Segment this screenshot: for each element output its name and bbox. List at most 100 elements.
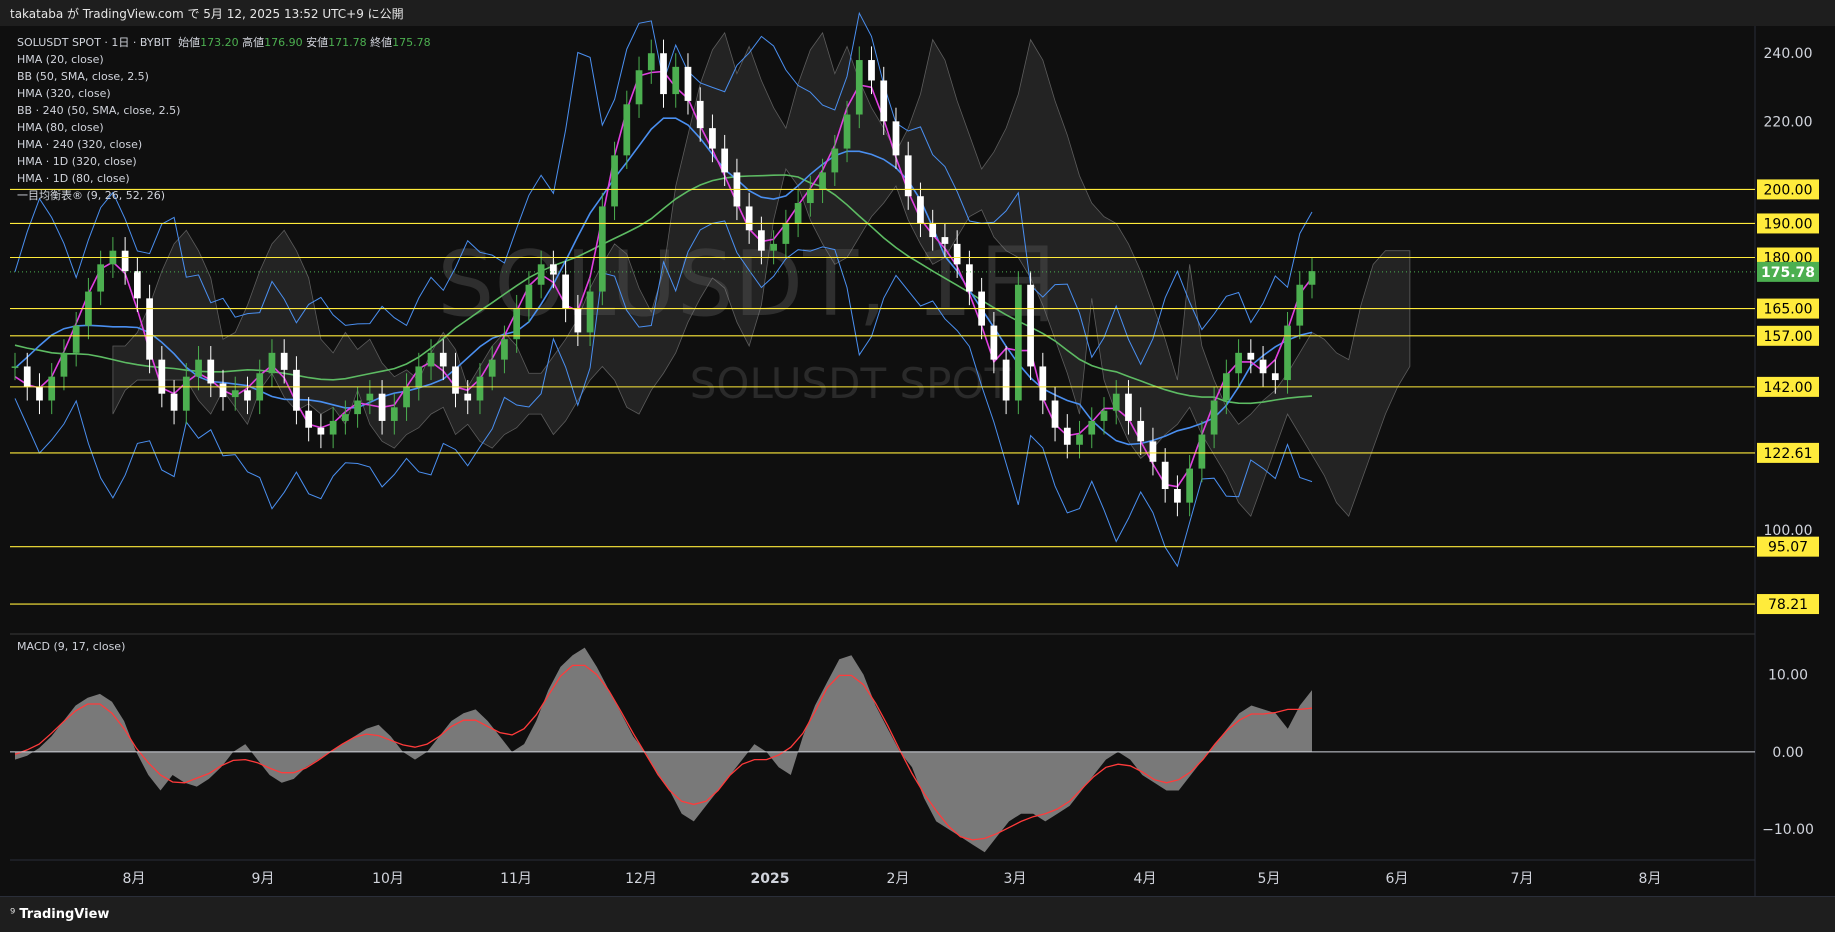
legend-symbol: SOLUSDT SPOT · 1日 · BYBIT	[17, 36, 172, 49]
candle-body	[1051, 400, 1059, 428]
time-axis-month: 12月	[625, 871, 657, 887]
indicator-bb-240[interactable]: BB · 240 (50, SMA, close, 2.5)	[17, 102, 431, 119]
candle-body	[525, 284, 533, 309]
indicator-hma-1d-320[interactable]: HMA · 1D (320, close)	[17, 153, 431, 170]
low-value: 171.78	[328, 36, 367, 49]
indicator-hma-240-320[interactable]: HMA · 240 (320, close)	[17, 136, 431, 153]
macd-axis-tick: 0.00	[1772, 745, 1803, 761]
candle-body	[1308, 271, 1316, 285]
time-axis-month: 8月	[123, 871, 146, 887]
candle-body	[1235, 352, 1242, 374]
indicator-bb-50[interactable]: BB (50, SMA, close, 2.5)	[17, 68, 431, 85]
candle-body	[831, 148, 839, 173]
candle-body	[696, 100, 704, 129]
candle-body	[501, 339, 508, 360]
candle-body	[941, 237, 949, 244]
candle-body	[244, 390, 251, 401]
indicator-hma-20[interactable]: HMA (20, close)	[17, 51, 431, 68]
candle-body	[550, 264, 557, 275]
close-label: 終値	[370, 36, 393, 49]
candle-body	[146, 298, 153, 360]
tradingview-logo[interactable]: ⁹ TradingView	[10, 907, 109, 922]
candle-body	[1076, 434, 1083, 445]
macd-axis-tick: −10.00	[1762, 822, 1814, 838]
candle-body	[464, 393, 472, 401]
candle-body	[904, 155, 912, 197]
time-axis-month: 8月	[1639, 871, 1662, 887]
candle-body	[929, 223, 937, 238]
time-axis-month: 2月	[887, 871, 910, 887]
candle-body	[917, 196, 924, 224]
candle-body	[1296, 284, 1304, 326]
candle-body	[329, 420, 337, 435]
candle-body	[219, 383, 227, 398]
high-value: 176.90	[264, 36, 303, 49]
open-label: 始値	[178, 36, 201, 49]
candle-body	[1002, 359, 1010, 401]
watermark-sub: SOLUSDT SPOT	[690, 359, 1011, 408]
candle-body	[990, 325, 998, 360]
level-label: 95.07	[1768, 540, 1808, 556]
candle-body	[1088, 420, 1096, 435]
candle-body	[1186, 468, 1194, 503]
candle-body	[293, 369, 300, 411]
candle-body	[1271, 373, 1279, 381]
candle-body	[966, 264, 973, 292]
last-price-label: 175.78	[1761, 265, 1815, 281]
candle-body	[562, 274, 569, 309]
time-axis-month: 9月	[252, 871, 275, 887]
candle-body	[170, 393, 178, 411]
candle-body	[72, 325, 80, 353]
time-axis-month: 5月	[1258, 871, 1281, 887]
candle-body	[452, 366, 459, 394]
indicator-ichimoku[interactable]: 一目均衡表® (9, 26, 52, 26)	[17, 187, 431, 204]
candle-body	[342, 414, 349, 421]
candle-body	[868, 60, 875, 81]
level-label: 142.00	[1764, 380, 1813, 396]
indicator-hma-80[interactable]: HMA (80, close)	[17, 119, 431, 136]
candle-body	[880, 80, 888, 122]
candle-body	[231, 390, 239, 398]
time-axis-month: 7月	[1511, 871, 1534, 887]
tv-logo-icon: ⁹	[10, 907, 16, 922]
candle-body	[1198, 434, 1206, 469]
candle-body	[121, 250, 129, 272]
footer-bar: ⁹ TradingView	[0, 896, 1835, 932]
candle-body	[1247, 352, 1255, 360]
candle-body	[1039, 366, 1047, 401]
candle-body	[1063, 427, 1071, 445]
candle-body	[488, 359, 496, 377]
candle-body	[1014, 284, 1022, 401]
candle-body	[953, 243, 961, 265]
candle-body	[647, 53, 655, 71]
candle-body	[1137, 420, 1145, 442]
candle-body	[23, 366, 31, 387]
candle-body	[794, 203, 802, 224]
time-axis-month: 3月	[1004, 871, 1027, 887]
candle-body	[758, 230, 765, 251]
candle-body	[366, 393, 374, 401]
level-label: 157.00	[1764, 329, 1813, 345]
candle-body	[1125, 393, 1132, 421]
indicator-hma-320[interactable]: HMA (320, close)	[17, 85, 431, 102]
candle-body	[439, 352, 447, 367]
candle-body	[1161, 461, 1169, 490]
candle-body	[892, 121, 900, 156]
price-axis-tick: 240.00	[1764, 46, 1813, 62]
level-label: 190.00	[1764, 216, 1813, 232]
candle-body	[843, 114, 851, 149]
open-value: 173.20	[200, 36, 239, 49]
candle-body	[1210, 400, 1218, 435]
level-label: 78.21	[1768, 597, 1808, 613]
price-axis-tick: 220.00	[1764, 114, 1813, 130]
candle-body	[855, 60, 863, 115]
candle-body	[195, 359, 202, 377]
macd-legend[interactable]: MACD (9, 17, close)	[17, 640, 125, 653]
candle-body	[317, 427, 325, 435]
level-label: 165.00	[1764, 302, 1813, 318]
candle-body	[427, 352, 435, 367]
indicator-hma-1d-80[interactable]: HMA · 1D (80, close)	[17, 170, 431, 187]
legend-ohlc: SOLUSDT SPOT · 1日 · BYBIT 始値173.20 高値176…	[17, 34, 431, 51]
candle-body	[1027, 284, 1034, 367]
candle-body	[1100, 410, 1108, 421]
